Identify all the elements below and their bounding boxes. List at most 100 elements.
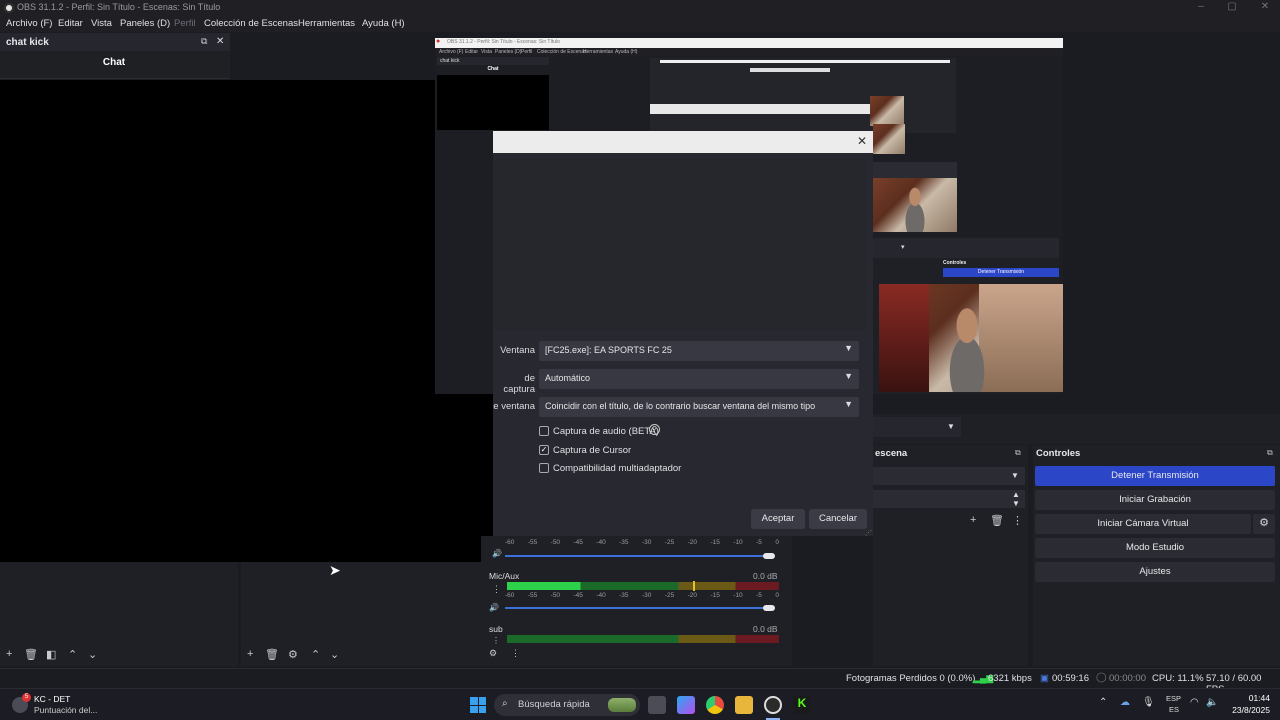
mic-level-meter	[507, 582, 779, 590]
menu-paneles[interactable]: Paneles (D)	[120, 18, 170, 29]
slider-knob[interactable]	[763, 605, 775, 611]
float-dock-icon[interactable]: ⧉	[201, 36, 207, 47]
capture-method-value: Automático	[545, 373, 591, 383]
kebab-icon[interactable]: ⋮	[1012, 514, 1023, 527]
audio-capture-checkbox[interactable]	[539, 426, 549, 436]
add-icon[interactable]: +	[247, 648, 253, 660]
search-box[interactable]: ⌕ Búsqueda rápida	[494, 694, 640, 716]
trash-icon[interactable]: 🗑	[265, 648, 279, 661]
start-recording-button[interactable]: Iniciar Grabación	[1035, 490, 1275, 510]
trash-icon[interactable]: 🗑	[990, 514, 1004, 527]
chevron-up-icon[interactable]: ▲	[1012, 490, 1020, 499]
settings-button[interactable]: Ajustes	[1035, 562, 1275, 582]
transition-select[interactable]: ▼	[873, 467, 1025, 485]
scene-selector[interactable]: ▼	[873, 417, 961, 437]
window-match-select[interactable]: Coincidir con el título, de lo contrario…	[539, 397, 859, 417]
maximize-icon[interactable]: ▢	[1225, 1, 1239, 13]
chevron-down-icon[interactable]: ▼	[1012, 499, 1020, 508]
filter-icon[interactable]: ◧	[46, 648, 56, 661]
chevron-down-icon[interactable]: ⌄	[330, 648, 339, 661]
language-code[interactable]: ESP	[1166, 694, 1181, 703]
slider-knob[interactable]	[763, 553, 775, 559]
start-virtual-camera-button[interactable]: Iniciar Cámara Virtual	[1035, 514, 1251, 534]
windows-start-icon[interactable]	[470, 697, 486, 713]
nested-stream-button: Detener Transmisión	[943, 268, 1059, 277]
desktop-volume-slider[interactable]	[505, 555, 771, 557]
mic-volume-slider[interactable]	[505, 607, 771, 609]
program-preview[interactable]	[0, 80, 493, 562]
chevron-up-icon[interactable]: ⌃	[68, 648, 77, 661]
help-icon[interactable]: ?	[649, 424, 660, 435]
copilot-icon[interactable]	[677, 696, 695, 714]
capture-method-label: de captura	[503, 373, 535, 395]
dialog-title-bar: ✕	[493, 131, 873, 153]
stop-streaming-button[interactable]: Detener Transmisión	[1035, 466, 1275, 486]
volume-icon[interactable]: 🔊	[489, 603, 499, 612]
duration-spinbox[interactable]: ▲ ▼	[873, 490, 1025, 508]
menu-vista[interactable]: Vista	[91, 18, 112, 29]
onedrive-icon[interactable]: ☁	[1120, 697, 1130, 708]
accept-button[interactable]: Aceptar	[751, 509, 805, 529]
nested-menu-item: Ayuda (H)	[615, 49, 638, 55]
menu-coleccion-escenas[interactable]: Colección de Escenas	[204, 18, 298, 29]
menu-ayuda[interactable]: Ayuda (H)	[362, 18, 405, 29]
nested-chat-heading: Chat	[487, 66, 499, 72]
language-layout[interactable]: ES	[1169, 705, 1179, 714]
clock-date[interactable]: 23/8/2025	[1222, 705, 1270, 715]
kebab-icon[interactable]: ⋮	[492, 584, 501, 595]
mic-track-db: 0.0 dB	[753, 571, 778, 581]
wifi-icon[interactable]: ◠	[1190, 697, 1199, 708]
chrome-icon[interactable]	[706, 696, 724, 714]
window-label: Ventana	[500, 345, 535, 356]
kebab-icon[interactable]: ⋮	[511, 648, 520, 659]
nested-controls-title: Controles	[943, 260, 967, 266]
task-view-icon[interactable]	[648, 696, 666, 714]
clock-time[interactable]: 01:44	[1234, 693, 1270, 703]
menu-archivo[interactable]: Archivo (F)	[6, 18, 52, 29]
stream-icon: ▣	[1040, 673, 1049, 684]
microphone-icon[interactable]: 🎙	[1142, 697, 1155, 708]
record-time: 00:00:00	[1109, 673, 1146, 684]
virtual-camera-gear-icon[interactable]: ⚙	[1253, 514, 1275, 534]
dialog-close-icon[interactable]: ✕	[857, 134, 867, 148]
capture-method-select[interactable]: Automático ▼	[539, 369, 859, 389]
chevron-down-icon[interactable]: ⌄	[88, 648, 97, 661]
resize-grip-icon[interactable]: ⋰	[865, 529, 872, 537]
float-dock-icon[interactable]: ⧉	[1015, 448, 1021, 458]
nested-menu-item: Colección de Escenas	[537, 49, 587, 55]
gear-icon[interactable]: ⚙	[288, 648, 298, 661]
mixer-settings-icon[interactable]: ⚙	[489, 648, 497, 659]
menu-perfil[interactable]: Perfil	[174, 18, 196, 29]
mixer-scale-mid: -60 -55 -50 -45 -40 -35 -30 -25 -20 -15 -10 -5 0	[505, 592, 779, 599]
close-dock-icon[interactable]: ✕	[216, 36, 224, 47]
transitions-title: escena	[875, 448, 908, 459]
minimize-icon[interactable]: –	[1194, 1, 1208, 13]
obs-taskbar-icon[interactable]	[764, 696, 782, 714]
nested-window-title: OBS 31.1.2 - Perfil: Sin Título - Escena…	[447, 39, 560, 45]
cancel-button[interactable]: Cancelar	[809, 509, 867, 529]
volume-icon[interactable]: 🔊	[492, 549, 502, 558]
controls-title: Controles	[1036, 448, 1081, 459]
studio-mode-button[interactable]: Modo Estudio	[1035, 538, 1275, 558]
bitrate: 6321 kbps	[988, 673, 1032, 684]
add-icon[interactable]: +	[970, 514, 976, 526]
nested-menu-item: Archivo (F)	[439, 49, 464, 55]
menu-herramientas[interactable]: Herramientas	[298, 18, 355, 29]
audio-capture-label: Captura de audio (BETA)	[553, 426, 659, 437]
float-dock-icon[interactable]: ⧉	[1267, 448, 1273, 458]
chevron-up-icon[interactable]: ⌃	[311, 648, 320, 661]
trash-icon[interactable]: 🗑	[24, 648, 38, 661]
kick-app-icon[interactable]: K	[793, 696, 811, 714]
speaker-icon[interactable]: 🔈	[1206, 697, 1218, 708]
multiadapter-checkbox[interactable]	[539, 463, 549, 473]
chevron-down-icon: ▼	[844, 343, 853, 353]
close-icon[interactable]: ✕	[1258, 1, 1272, 13]
cursor-capture-checkbox[interactable]: ✓	[539, 445, 549, 455]
kebab-icon[interactable]: ⋮	[492, 636, 500, 645]
audio-mixer: -60 -55 -50 -45 -40 -35 -30 -25 -20 -15 -10 -5 0 🔊 M…	[481, 536, 792, 666]
chevron-up-icon[interactable]: ⌃	[1099, 697, 1107, 708]
add-icon[interactable]: +	[6, 648, 12, 660]
window-select[interactable]: [FC25.exe]: EA SPORTS FC 25 ▼	[539, 341, 859, 361]
menu-editar[interactable]: Editar	[58, 18, 83, 29]
file-explorer-icon[interactable]	[735, 696, 753, 714]
